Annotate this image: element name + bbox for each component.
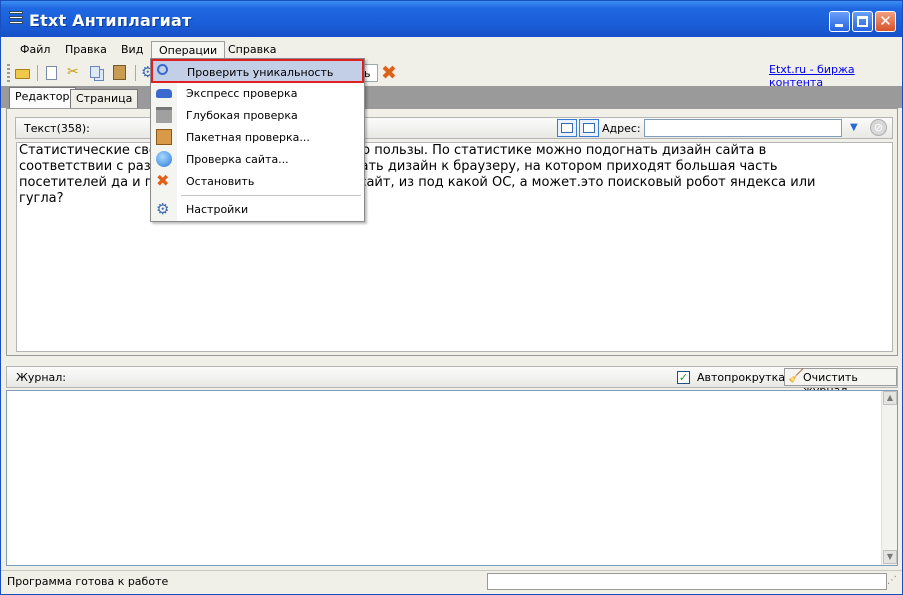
menu-stop[interactable]: ✖ Остановить <box>152 170 363 192</box>
menu-item-label: Остановить <box>186 175 255 188</box>
menu-item-label: Пакетная проверка... <box>186 131 310 144</box>
car-icon <box>156 89 172 98</box>
minimize-icon <box>835 24 843 27</box>
cancel-icon[interactable]: ⊘ <box>870 119 887 136</box>
menu-batch-check[interactable]: Пакетная проверка... <box>152 126 363 148</box>
menu-item-label: Проверить уникальность <box>187 66 334 79</box>
status-bar: Программа готова к работе ⋰ <box>1 570 902 594</box>
view-split-button[interactable] <box>579 119 599 137</box>
page-icon <box>46 66 57 80</box>
menu-item-label: Проверка сайта... <box>186 153 289 166</box>
maximize-icon <box>857 16 868 27</box>
journal-scrollbar[interactable]: ▲ ▼ <box>881 391 897 565</box>
menu-edit[interactable]: Правка <box>58 41 114 59</box>
dropdown-arrow-icon[interactable]: ▼ <box>850 122 858 133</box>
title-bar[interactable]: Etxt Антиплагиат ✕ <box>1 1 902 37</box>
new-button[interactable] <box>41 63 61 83</box>
menu-site-check[interactable]: Проверка сайта... <box>152 148 363 170</box>
copy-button[interactable] <box>87 63 107 83</box>
editor-header: Текст(358): Адрес: ▼ ⊘ <box>15 117 893 139</box>
operations-menu: Проверить уникальность Экспресс проверка… <box>150 58 365 222</box>
split-window-icon <box>583 123 595 133</box>
editor-textarea[interactable]: Статистические све осят не мало пользы. … <box>16 142 893 352</box>
journal-log[interactable]: ▲ ▼ <box>6 390 898 566</box>
tab-editor[interactable]: Редактор <box>9 87 76 108</box>
status-text: Программа готова к работе <box>7 575 169 588</box>
menu-help[interactable]: Справка <box>221 41 283 59</box>
toolbar-separator <box>135 65 136 81</box>
menu-item-label: Экспресс проверка <box>186 87 298 100</box>
tab-page[interactable]: Страница <box>70 89 139 108</box>
scissors-icon: ✂ <box>67 64 79 80</box>
menu-deep-check[interactable]: Глубокая проверка <box>152 104 363 126</box>
menu-item-label: Глубокая проверка <box>186 109 298 122</box>
menu-file[interactable]: Файл <box>13 41 57 59</box>
open-button[interactable] <box>13 63 33 83</box>
status-progress-field <box>487 573 887 590</box>
menu-item-label: Настройки <box>186 203 249 216</box>
magnifier-icon <box>157 64 168 75</box>
editor-tabs: Редактор Страница <box>1 86 902 108</box>
minimize-button[interactable] <box>829 11 850 32</box>
text-count-label: Текст(358): <box>24 122 90 135</box>
folder-icon <box>15 69 30 79</box>
menu-bar: Файл Правка Вид Операции Справка <box>1 38 902 60</box>
window-icon <box>561 123 573 133</box>
menu-view[interactable]: Вид <box>114 41 150 59</box>
clear-journal-button[interactable]: 🧹 Очистить журнал <box>784 368 897 397</box>
close-button[interactable]: ✕ <box>875 11 896 32</box>
menu-operations[interactable]: Операции <box>151 41 226 59</box>
scroll-up-icon[interactable]: ▲ <box>883 391 897 405</box>
toolbar-separator <box>37 65 38 81</box>
maximize-button[interactable] <box>852 11 873 32</box>
menu-check-uniqueness[interactable]: Проверить уникальность <box>151 59 364 83</box>
autoscroll-checkbox[interactable]: ✓ <box>677 371 690 384</box>
broom-icon: 🧹 <box>788 369 805 384</box>
package-icon <box>156 129 172 145</box>
window-title: Etxt Антиплагиат <box>29 11 192 30</box>
address-label: Адрес: <box>602 122 641 135</box>
settings-icon: ⚙ <box>156 200 170 218</box>
menu-separator <box>181 195 361 196</box>
stop-x-icon: ✖ <box>156 171 170 190</box>
globe-icon <box>156 151 172 167</box>
paste-icon <box>113 65 126 80</box>
app-window: Etxt Антиплагиат ✕ Файл Правка Вид Опера… <box>0 0 903 595</box>
scroll-down-icon[interactable]: ▼ <box>883 550 897 564</box>
editor-panel: Текст(358): Адрес: ▼ ⊘ Статистические св… <box>6 108 898 356</box>
copy-icon <box>90 66 100 78</box>
menu-express-check[interactable]: Экспресс проверка <box>152 82 363 104</box>
toolbar: ✂ ⚙ ь ✖ Etxt.ru - биржа контента <box>1 61 902 89</box>
bank-icon <box>156 107 172 123</box>
view-single-button[interactable] <box>557 119 577 137</box>
autoscroll-label[interactable]: Автопрокрутка <box>697 371 785 384</box>
address-input[interactable] <box>644 119 842 137</box>
journal-header: Журнал: ✓ Автопрокрутка 🧹 Очистить журна… <box>6 366 898 397</box>
menu-settings[interactable]: ⚙ Настройки <box>152 198 363 220</box>
resize-grip-icon[interactable]: ⋰ <box>887 575 897 586</box>
toolbar-grip[interactable] <box>7 64 10 82</box>
journal-label: Журнал: <box>16 371 67 384</box>
stop-x-icon[interactable]: ✖ <box>381 62 397 84</box>
paste-button[interactable] <box>110 63 130 83</box>
close-icon: ✕ <box>879 12 892 30</box>
cut-button[interactable]: ✂ <box>64 63 84 83</box>
app-icon <box>9 11 23 27</box>
